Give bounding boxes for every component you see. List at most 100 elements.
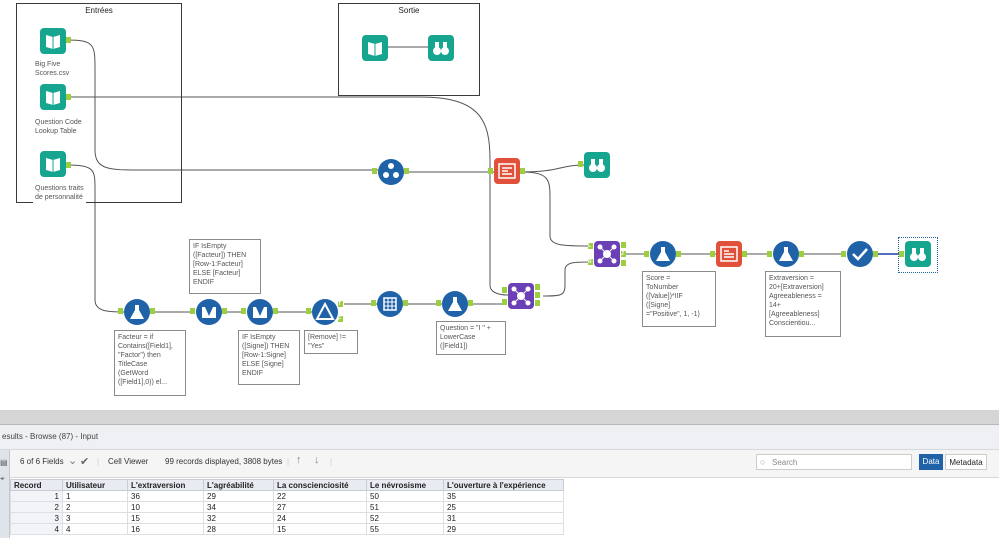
input-anchor[interactable] xyxy=(118,308,123,314)
table-cell[interactable]: 3 xyxy=(62,512,128,524)
chevron-down-icon[interactable]: ⌄ xyxy=(68,454,77,467)
output-anchor[interactable] xyxy=(404,168,409,174)
table-cell[interactable]: 31 xyxy=(443,512,564,524)
browse-tool-output-container[interactable] xyxy=(428,35,454,61)
input-anchor[interactable] xyxy=(306,308,311,314)
table-cell[interactable]: 52 xyxy=(366,512,444,524)
table-cell[interactable]: 27 xyxy=(273,501,367,513)
join-j-output-anchor[interactable] xyxy=(535,292,540,298)
join-j-output-anchor[interactable]: J xyxy=(621,251,626,257)
join-r-output-anchor[interactable] xyxy=(535,300,540,306)
join-right-input-anchor[interactable] xyxy=(502,299,507,305)
output-anchor[interactable] xyxy=(66,37,71,43)
table-cell[interactable]: 50 xyxy=(366,490,444,502)
search-input[interactable]: ○ Search xyxy=(756,454,912,470)
join-r-output-anchor[interactable] xyxy=(621,260,626,266)
arrow-up-icon[interactable]: ↑ xyxy=(296,454,302,466)
column-header[interactable]: Record xyxy=(10,479,63,491)
table-cell[interactable]: 15 xyxy=(127,512,204,524)
table-cell[interactable]: 15 xyxy=(273,523,367,535)
join-tool-2[interactable] xyxy=(508,283,534,309)
input-tool-output-container[interactable] xyxy=(362,35,388,61)
checkmark-icon[interactable]: ✔ xyxy=(80,455,89,468)
input-anchor[interactable] xyxy=(190,308,195,314)
table-cell[interactable]: 51 xyxy=(366,501,444,513)
table-row[interactable]: 2 2 10 34 27 51 25 xyxy=(10,501,564,513)
filter-tool[interactable] xyxy=(312,299,338,325)
filter-true-anchor[interactable]: T xyxy=(338,301,343,307)
join-left-input-anchor[interactable] xyxy=(502,287,507,293)
table-row[interactable]: 4 4 16 28 15 55 29 xyxy=(10,523,564,535)
formula-tool-question[interactable] xyxy=(442,291,468,317)
input-anchor[interactable] xyxy=(710,251,715,257)
input-anchor[interactable] xyxy=(841,251,846,257)
arrow-down-icon[interactable]: ↓ xyxy=(314,454,320,466)
join-l-output-anchor[interactable] xyxy=(621,242,626,248)
input-anchor[interactable] xyxy=(371,300,376,306)
table-cell[interactable]: 4 xyxy=(62,523,128,535)
table-cell[interactable]: 25 xyxy=(443,501,564,513)
output-anchor[interactable] xyxy=(676,251,681,257)
output-anchor[interactable] xyxy=(66,94,71,100)
cell-viewer-button[interactable]: Cell Viewer xyxy=(108,457,148,466)
table-cell[interactable]: 29 xyxy=(443,523,564,535)
multirow-tool-facteur[interactable] xyxy=(196,299,222,325)
table-cell[interactable]: 16 xyxy=(127,523,204,535)
table-cell[interactable]: 2 xyxy=(62,501,128,513)
output-anchor[interactable] xyxy=(742,251,747,257)
input-tool-question-code[interactable] xyxy=(40,84,66,110)
output-anchor[interactable] xyxy=(273,308,278,314)
table-cell[interactable]: 22 xyxy=(273,490,367,502)
input-anchor[interactable] xyxy=(372,168,377,174)
column-header[interactable]: Utilisateur xyxy=(62,479,128,491)
output-anchor[interactable] xyxy=(468,300,473,306)
join-l-output-anchor[interactable] xyxy=(535,284,540,290)
pane-splitter[interactable] xyxy=(0,410,999,425)
input-anchor[interactable] xyxy=(767,251,772,257)
cursor-icon[interactable]: ⌖ xyxy=(0,474,5,484)
container-sortie[interactable]: Sortie xyxy=(338,3,480,96)
column-header[interactable]: La conscienciosité xyxy=(273,479,367,491)
join-tool-1[interactable] xyxy=(594,241,620,267)
column-header[interactable]: L'agréabilité xyxy=(203,479,274,491)
input-anchor[interactable] xyxy=(488,168,493,174)
table-cell[interactable]: 10 xyxy=(127,501,204,513)
transpose-tool[interactable] xyxy=(494,158,520,184)
table-cell[interactable]: 29 xyxy=(203,490,274,502)
filter-false-anchor[interactable]: F xyxy=(338,316,343,322)
metadata-tab-button[interactable]: Metadata xyxy=(945,454,987,470)
browse-tool-1[interactable] xyxy=(584,152,610,178)
output-anchor[interactable] xyxy=(520,168,525,174)
column-header[interactable]: L'extraversion xyxy=(127,479,204,491)
table-cell[interactable]: 32 xyxy=(203,512,274,524)
table-row[interactable]: 1 1 36 29 22 50 35 xyxy=(10,490,564,502)
join-left-input-anchor[interactable]: L xyxy=(588,243,593,249)
table-cell[interactable]: 35 xyxy=(443,490,564,502)
column-header[interactable]: L'ouverture à l'expérience xyxy=(443,479,564,491)
input-anchor[interactable] xyxy=(578,161,583,167)
output-anchor[interactable] xyxy=(150,308,155,314)
select-checkmark-tool[interactable] xyxy=(847,241,873,267)
multirow-tool-signe[interactable] xyxy=(247,299,273,325)
table-view-icon[interactable]: ▤ xyxy=(0,458,8,467)
data-tab-button[interactable]: Data xyxy=(919,454,943,470)
output-anchor[interactable] xyxy=(799,251,804,257)
table-cell[interactable]: 34 xyxy=(203,501,274,513)
crosstab-tool[interactable] xyxy=(716,241,742,267)
table-row[interactable]: 3 3 15 32 24 52 31 xyxy=(10,512,564,524)
formula-tool-extraversion[interactable] xyxy=(773,241,799,267)
output-anchor[interactable] xyxy=(873,251,878,257)
input-anchor[interactable] xyxy=(899,251,904,257)
input-tool-questions-traits[interactable] xyxy=(40,151,66,177)
record-id-tool[interactable] xyxy=(378,159,404,185)
input-anchor[interactable] xyxy=(436,300,441,306)
output-anchor[interactable] xyxy=(222,308,227,314)
input-anchor[interactable] xyxy=(241,308,246,314)
table-cell[interactable]: 1 xyxy=(62,490,128,502)
output-anchor[interactable] xyxy=(66,162,71,168)
table-cell[interactable]: 55 xyxy=(366,523,444,535)
table-cell[interactable]: 24 xyxy=(273,512,367,524)
column-header[interactable]: Le névrosisme xyxy=(366,479,444,491)
table-cell[interactable]: 36 xyxy=(127,490,204,502)
formula-tool-facteur[interactable] xyxy=(124,299,150,325)
